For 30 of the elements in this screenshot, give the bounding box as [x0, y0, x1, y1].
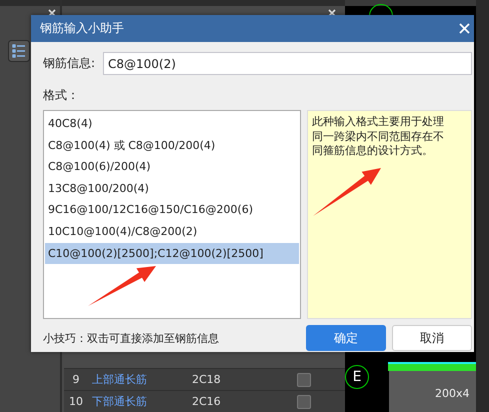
field-label: 钢筋信息: [43, 55, 96, 72]
cancel-button[interactable]: 取消 [392, 325, 472, 351]
list-icon[interactable] [8, 40, 30, 62]
close-icon[interactable] [328, 9, 336, 17]
dialog-title: 钢筋输入小助手 [40, 20, 124, 37]
input-field[interactable]: C8@100(2) [103, 52, 472, 75]
table-cell-text: 2C16 [191, 395, 222, 408]
list-item[interactable]: 10C10@100(4)/C8@200(2) [45, 220, 299, 243]
row-number: 10 [68, 395, 84, 408]
dimension-label: 200x4 [435, 387, 470, 400]
list-item[interactable]: C8@100(4) 或 C8@100/200(4) [45, 134, 299, 156]
list-item[interactable]: 13C8@100/200(4) [45, 178, 299, 200]
list-item[interactable]: C10@100(2)[2500];C12@100(2)[2500] [45, 242, 299, 264]
table-cell-text: 2C18 [191, 373, 222, 386]
close-icon[interactable] [48, 9, 56, 17]
list-item[interactable]: 9C16@100/12C16@150/C16@200(6) [45, 199, 299, 221]
table-cell-text: 下部通长筋 [91, 394, 148, 409]
checkbox[interactable] [297, 372, 311, 386]
axis-marker: E [345, 365, 369, 389]
row-number: 9 [72, 373, 80, 386]
list-item[interactable]: 40C8(4) [45, 113, 299, 135]
ok-button[interactable]: 确定 [306, 325, 386, 351]
checkbox[interactable] [297, 394, 311, 408]
annotation-arrow [88, 266, 156, 306]
table-cell-text: 上部通长筋 [91, 372, 148, 387]
annotation-arrow [313, 168, 381, 216]
description-text: 此种输入格式主要用于处理同一跨梁内不同范围存在不同箍筋信息的设计方式。 [312, 115, 445, 158]
list-item[interactable]: C8@100(6)/200(4) [45, 156, 299, 178]
section-label: 格式： [43, 87, 79, 104]
tip-text: 小技巧：双击可直接添加至钢筋信息 [43, 330, 219, 346]
